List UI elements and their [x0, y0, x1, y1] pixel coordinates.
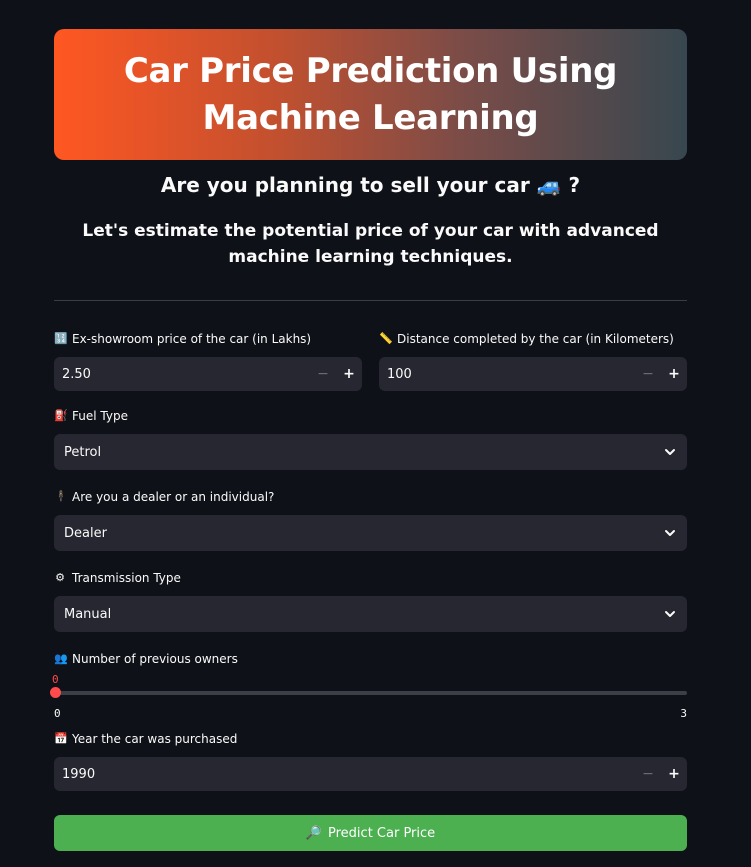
distance-decrement-button[interactable]: − [635, 357, 661, 391]
slider-current-value: 0 [52, 673, 59, 686]
distance-label: 📏 Distance completed by the car (in Kilo… [379, 331, 687, 347]
distance-input[interactable]: 100 − + [379, 357, 687, 391]
people-icon: 👥 [54, 652, 68, 665]
page-title: Car Price Prediction Using Machine Learn… [123, 50, 618, 138]
page-subtitle: Let's estimate the potential price of yo… [82, 221, 659, 267]
price-field: 🔢 Ex-showroom price of the car (in Lakhs… [54, 331, 362, 391]
owners-label-text: Number of previous owners [72, 652, 238, 666]
distance-value[interactable]: 100 [387, 367, 635, 382]
seller-field: 🕴 Are you a dealer or an individual? Dea… [54, 489, 687, 551]
predict-button-label: Predict Car Price [328, 825, 436, 841]
owners-slider[interactable]: 0 0 3 [50, 673, 687, 720]
seller-label: 🕴 Are you a dealer or an individual? [54, 489, 687, 505]
calendar-icon: 📅 [54, 732, 68, 745]
sell-question-text: Are you planning to sell your car [160, 173, 530, 197]
price-input[interactable]: 2.50 − + [54, 357, 362, 391]
fuel-select[interactable]: Petrol [54, 434, 687, 470]
title-banner: Car Price Prediction Using Machine Learn… [54, 29, 687, 160]
chevron-down-icon[interactable] [663, 607, 677, 621]
transmission-label: ⚙ Transmission Type [54, 570, 687, 586]
price-value[interactable]: 2.50 [62, 367, 310, 382]
distance-label-text: Distance completed by the car (in Kilome… [397, 332, 674, 346]
person-icon: 🕴 [54, 490, 68, 503]
numbers-icon: 🔢 [54, 332, 68, 345]
slider-thumb[interactable] [50, 687, 61, 698]
distance-increment-button[interactable]: + [661, 357, 687, 391]
year-label-text: Year the car was purchased [72, 732, 238, 746]
price-distance-row: 🔢 Ex-showroom price of the car (in Lakhs… [54, 331, 687, 391]
question-mark: ? [568, 173, 581, 197]
fuel-label-text: Fuel Type [72, 409, 128, 423]
price-increment-button[interactable]: + [336, 357, 362, 391]
slider-track[interactable] [54, 691, 687, 695]
car-icon: 🚙 [536, 173, 562, 197]
price-label-text: Ex-showroom price of the car (in Lakhs) [72, 332, 312, 346]
year-input[interactable]: 1990 − + [54, 757, 687, 791]
magnifier-icon: 🔎 [305, 825, 323, 841]
ruler-icon: 📏 [379, 332, 393, 345]
slider-min-label: 0 [54, 707, 61, 720]
chevron-down-icon[interactable] [663, 526, 677, 540]
year-label: 📅 Year the car was purchased [54, 731, 687, 747]
year-field: 📅 Year the car was purchased 1990 − + [54, 731, 687, 791]
fuel-pump-icon: ⛽ [54, 409, 68, 422]
seller-label-text: Are you a dealer or an individual? [72, 490, 275, 504]
transmission-label-text: Transmission Type [72, 571, 181, 585]
fuel-label: ⛽ Fuel Type [54, 408, 687, 424]
sell-question: Are you planning to sell your car 🚙 ? [54, 172, 687, 198]
slider-max-label: 3 [680, 707, 687, 720]
price-label: 🔢 Ex-showroom price of the car (in Lakhs… [54, 331, 362, 347]
fuel-value: Petrol [64, 444, 102, 460]
transmission-value: Manual [64, 606, 112, 622]
transmission-field: ⚙ Transmission Type Manual [54, 570, 687, 632]
price-decrement-button[interactable]: − [310, 357, 336, 391]
seller-value: Dealer [64, 525, 107, 541]
predict-button[interactable]: 🔎 Predict Car Price [54, 815, 687, 851]
fuel-field: ⛽ Fuel Type Petrol [54, 408, 687, 470]
transmission-select[interactable]: Manual [54, 596, 687, 632]
owners-label: 👥 Number of previous owners [54, 651, 687, 667]
seller-select[interactable]: Dealer [54, 515, 687, 551]
year-increment-button[interactable]: + [661, 757, 687, 791]
distance-field: 📏 Distance completed by the car (in Kilo… [379, 331, 687, 391]
year-value[interactable]: 1990 [62, 767, 635, 782]
owners-field: 👥 Number of previous owners 0 0 3 [50, 651, 687, 720]
app-container: Car Price Prediction Using Machine Learn… [50, 29, 687, 851]
year-decrement-button[interactable]: − [635, 757, 661, 791]
gear-icon: ⚙ [55, 571, 65, 584]
divider [54, 300, 687, 301]
chevron-down-icon[interactable] [663, 445, 677, 459]
